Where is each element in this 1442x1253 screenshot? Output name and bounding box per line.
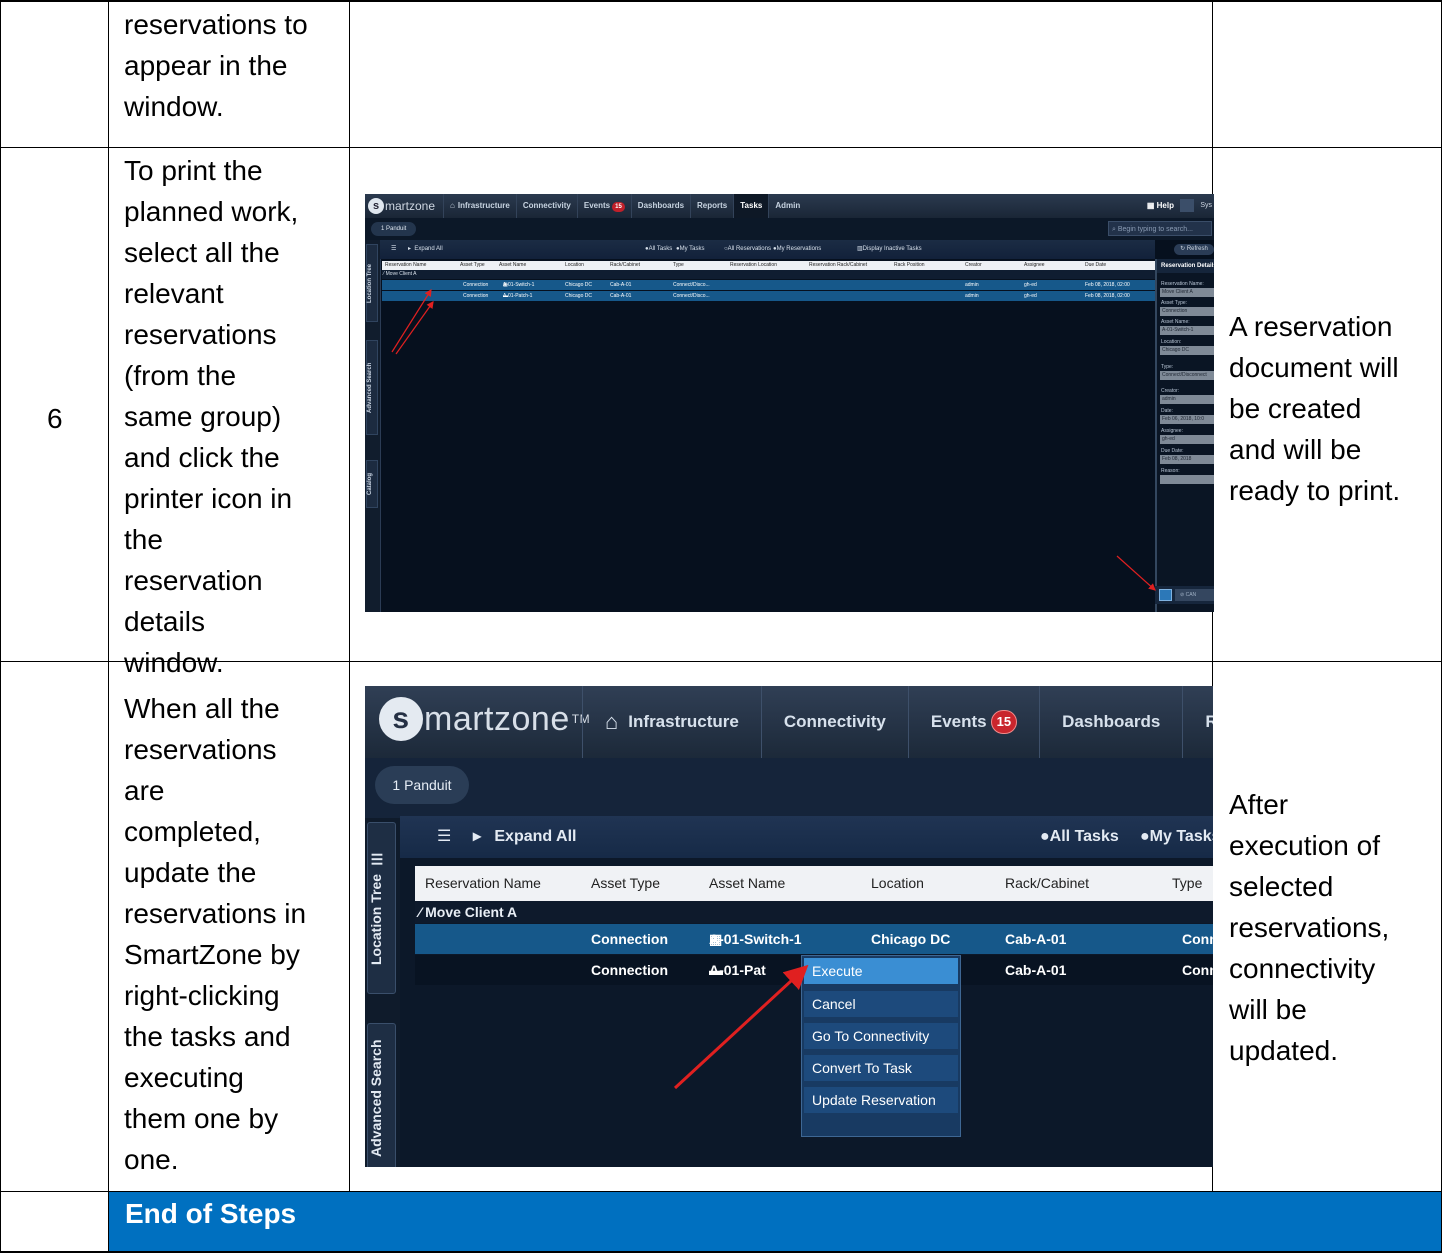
end-of-steps-label: End of Steps: [125, 1198, 297, 1229]
arrow-icon: [395, 301, 434, 355]
step-number: 6: [47, 403, 63, 434]
row-divider: [0, 147, 1442, 148]
annotation-arrows: [391, 288, 1156, 591]
result-text: A reservation document will be created a…: [1229, 311, 1401, 506]
table-border-top: [0, 0, 1442, 2]
result-text: After execution of selected reservations…: [1229, 789, 1390, 1066]
table-border-left: [0, 0, 1, 1253]
instruction-text: To print the planned work, select all th…: [124, 155, 299, 678]
arrow-icon: [391, 288, 432, 353]
column-divider: [349, 0, 350, 1191]
annotation-arrows: [673, 964, 809, 1090]
end-of-steps-banner: End of Steps: [109, 1192, 1441, 1251]
arrow-icon: [673, 964, 809, 1090]
column-divider: [108, 0, 109, 1253]
instruction-text: reservations to appear in the window.: [124, 9, 308, 122]
smartzone-screenshot-context-menu: s martzone TM ⌂ Infrastructure Connectivity…: [365, 686, 1213, 1167]
instruction-text: When all the reservations are completed,…: [124, 693, 307, 1175]
arrow-icon: [1116, 555, 1156, 591]
smartzone-screenshot-reservations: s martzone ⌂ Infrastructure Connectivity E…: [365, 194, 1214, 612]
